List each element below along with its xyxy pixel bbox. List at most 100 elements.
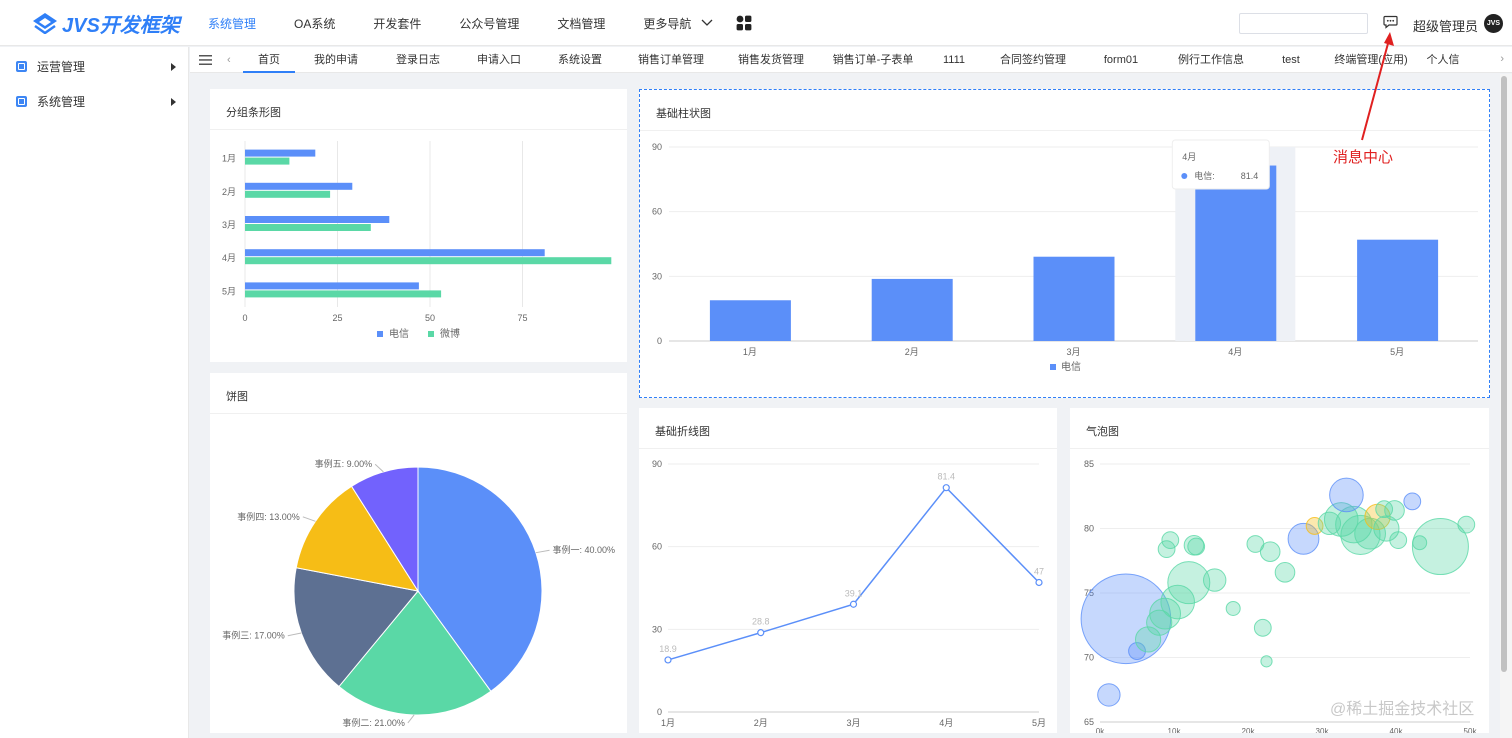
tab-scroll-left-icon[interactable]: ‹: [227, 54, 231, 66]
tab-item[interactable]: 系统设置: [539, 47, 621, 73]
line-panel: 基础折线图 0 30 60 90 18.9 1月 28.8 2月 39.1 3月 81.4 4月 47 5…: [639, 408, 1057, 733]
nav-item-official-account[interactable]: 公众号管理: [451, 15, 527, 32]
tab-item[interactable]: form01: [1083, 47, 1159, 73]
x-tick-label: 30k: [1316, 727, 1330, 733]
tab-list: 首页 我的申请 登录日志 申请入口 系统设置 销售订单管理 销售发货管理 销售订单-子表单 11…: [243, 47, 1498, 73]
tab-item[interactable]: 合同签约管理: [983, 47, 1083, 73]
bubble-point: [1183, 534, 1205, 556]
menu-cube-icon: [16, 61, 27, 72]
tab-item[interactable]: test: [1263, 47, 1319, 73]
data-label: 28.8: [752, 617, 770, 627]
bubble-point: [1097, 683, 1121, 707]
annotation-arrow: [1361, 32, 1394, 141]
pie-label-line: [287, 632, 302, 637]
y-tick-label: 4月: [222, 253, 236, 263]
bubble-point: [1389, 531, 1408, 550]
x-tick-label: 5月: [1032, 718, 1046, 728]
x-tick-label: 50: [425, 313, 435, 323]
x-tick-label: 25: [332, 313, 342, 323]
watermark: @稀土掘金技术社区: [1330, 701, 1475, 718]
x-tick-label: 4月: [1228, 347, 1242, 357]
nav-more-button[interactable]: 更多导航: [635, 15, 721, 32]
tab-item[interactable]: 销售订单管理: [621, 47, 721, 73]
tooltip-series: 电信:: [1194, 170, 1215, 181]
line-point: [942, 484, 950, 492]
top-nav: 系统管理 OA系统 开发套件 公众号管理 文档管理 更多导航: [200, 0, 743, 46]
bubble-point: [1161, 531, 1180, 550]
menu-fold-icon[interactable]: [199, 55, 212, 65]
bubble-point: [1203, 568, 1227, 592]
bar-微博: [245, 290, 442, 298]
legend-swatch: [377, 331, 383, 337]
y-tick-label: 5月: [222, 286, 236, 296]
data-label: 18.9: [659, 644, 677, 654]
tab-item[interactable]: 申请入口: [459, 47, 539, 73]
x-tick-label: 1月: [743, 347, 757, 357]
bubble-point: [1260, 655, 1273, 668]
y-tick-label: 60: [652, 542, 662, 552]
tab-item[interactable]: 1111: [925, 47, 983, 73]
bar-微博: [245, 157, 290, 165]
x-tick-label: 40k: [1390, 727, 1404, 733]
group-bar-panel: 分组条形图 0 25 50 75 1月 2月 3月 4月 5月 电信 微博: [210, 89, 627, 362]
avatar[interactable]: JVS: [1484, 14, 1503, 33]
tab-item[interactable]: 销售订单-子表单: [821, 47, 925, 73]
tab-item[interactable]: 销售发货管理: [721, 47, 821, 73]
sidebar-item-operations[interactable]: 运营管理: [0, 49, 189, 84]
tab-item[interactable]: 登录日志: [377, 47, 459, 73]
pie-label-line: [535, 549, 550, 554]
pie-chart: 事例一: 40.00% 事例二: 21.00% 事例三: 17.00% 事例四: 13…: [222, 458, 615, 728]
tab-item[interactable]: 例行工作信息: [1159, 47, 1263, 73]
x-tick-label: 75: [517, 313, 527, 323]
line-series: [667, 486, 1040, 661]
line-point: [757, 629, 765, 637]
sidebar-item-label: 系统管理: [37, 95, 86, 109]
bubble-point: [1274, 562, 1296, 583]
tooltip: 4月电信: 81.4: [1171, 139, 1270, 190]
bubble-point: [1225, 600, 1241, 616]
x-tick-label: 5月: [1390, 347, 1404, 357]
chevron-down-icon: [701, 19, 713, 26]
nav-item-system[interactable]: 系统管理: [200, 15, 264, 32]
pie-label-line: [302, 516, 316, 522]
header-search-input[interactable]: [1239, 13, 1368, 34]
legend-swatch: [1050, 364, 1056, 370]
bubble-point: [1403, 492, 1422, 511]
x-tick-label: 3月: [1066, 347, 1080, 357]
bar-电信: [245, 149, 316, 157]
data-label: 47: [1034, 566, 1044, 576]
x-tick-label: 4月: [939, 718, 953, 728]
line-point: [849, 600, 858, 608]
caret-right-icon: [171, 98, 176, 106]
nav-item-oa[interactable]: OA系统: [286, 15, 343, 32]
sidebar-item-system[interactable]: 系统管理: [0, 84, 189, 119]
x-tick-label: 50k: [1464, 727, 1478, 733]
data-label: 81.4: [937, 472, 955, 482]
pie-panel: 饼图 事例一: 40.00% 事例二: 21.00% 事例三: 17.00% 事例四:…: [210, 373, 627, 733]
pie-label: 事例四: 13.00%: [237, 511, 300, 522]
tab-bar: ‹ 首页 我的申请 登录日志 申请入口 系统设置 销售订单管理 销售发货管理 销售订单-子表单…: [190, 47, 1512, 73]
pie-label: 事例五: 9.00%: [315, 458, 373, 469]
nav-item-docs[interactable]: 文档管理: [549, 15, 613, 32]
tooltip-box: [1171, 139, 1270, 190]
bar-电信: [871, 278, 953, 341]
logo[interactable]: JVS开发框架: [32, 8, 180, 38]
x-tick-label: 1月: [661, 718, 675, 728]
pie-label: 事例三: 17.00%: [222, 630, 285, 641]
apps-grid-icon[interactable]: [736, 15, 752, 31]
bar-微博: [245, 190, 331, 198]
tab-item[interactable]: 我的申请: [295, 47, 377, 73]
tab-scroll-right-icon[interactable]: ›: [1500, 53, 1504, 65]
tab-item[interactable]: 首页: [243, 47, 295, 73]
x-tick-label: 0k: [1096, 727, 1105, 733]
line-point: [1035, 578, 1043, 587]
page-scrollbar-thumb[interactable]: [1501, 76, 1507, 672]
pie-label-line: [407, 714, 415, 724]
nav-item-dev-kit[interactable]: 开发套件: [365, 15, 429, 32]
message-center-icon[interactable]: [1383, 15, 1398, 29]
sidebar: 运营管理 系统管理: [0, 47, 189, 738]
menu-cube-icon: [16, 96, 27, 107]
x-tick-label: 2月: [905, 347, 919, 357]
legend-swatch: [428, 331, 434, 337]
top-header: JVS开发框架 系统管理 OA系统 开发套件 公众号管理 文档管理 更多导航 超…: [0, 0, 1512, 46]
